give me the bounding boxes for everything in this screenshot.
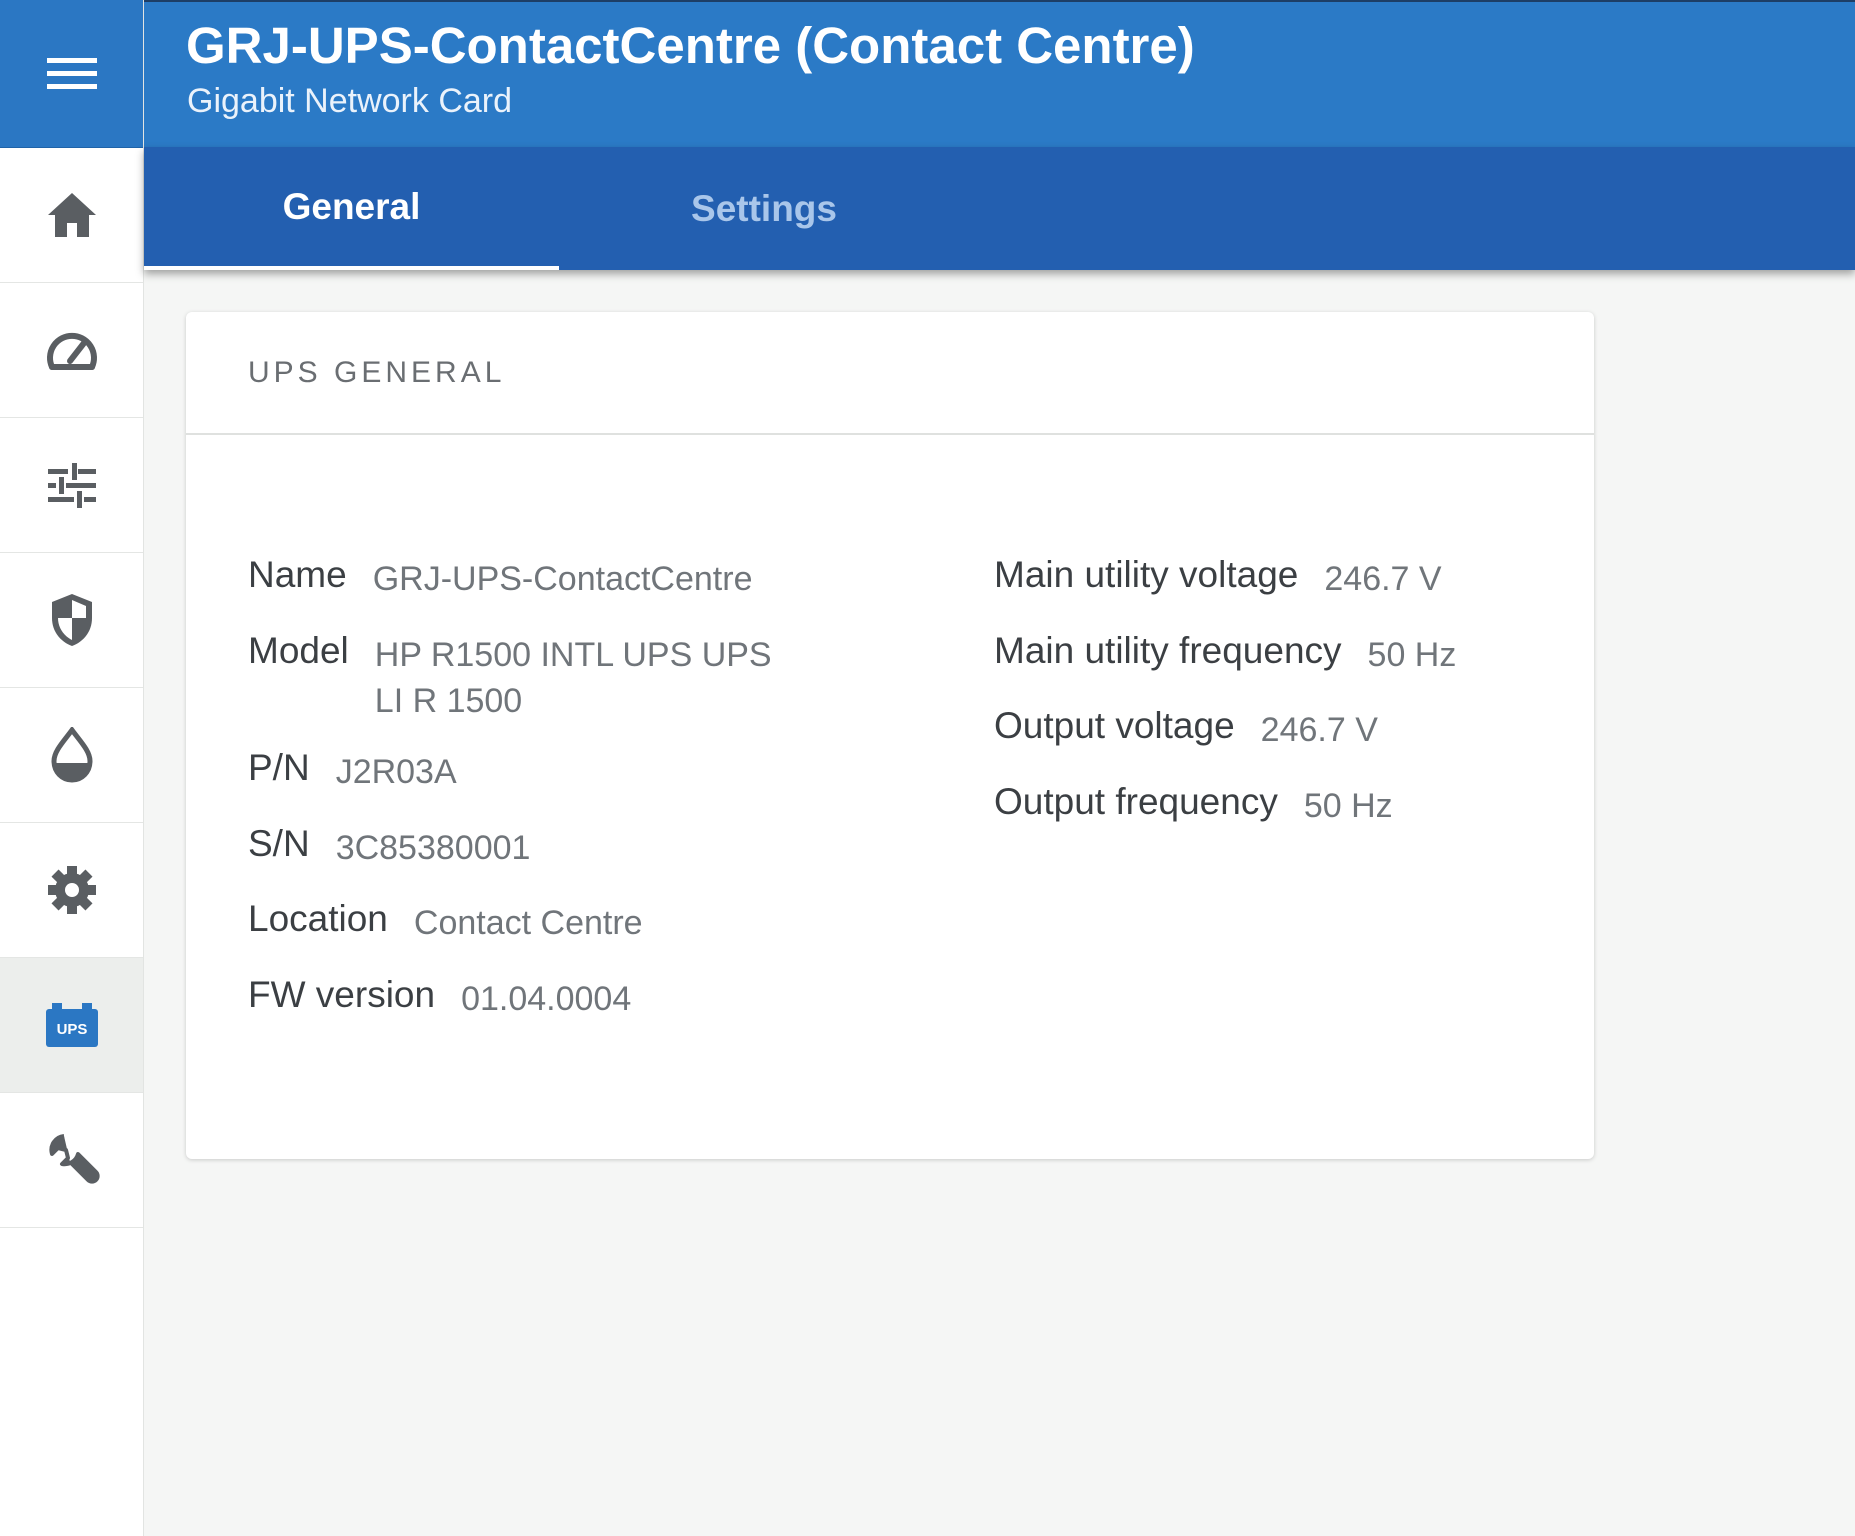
- field-label: S/N: [248, 823, 310, 864]
- field-label: Location: [248, 898, 388, 939]
- field-label: P/N: [248, 747, 310, 788]
- field-value: 3C85380001: [335, 829, 531, 867]
- field-label: Main utility voltage: [994, 554, 1299, 595]
- app-header: GRJ-UPS-ContactCentre (Contact Centre) G…: [144, 0, 1855, 147]
- shield-icon: [51, 594, 92, 646]
- field-value: GRJ-UPS-ContactCentre: [372, 560, 753, 598]
- gear-icon: [47, 866, 96, 914]
- water-drop-icon: [50, 727, 93, 783]
- field-location: Location Contact Centre: [248, 898, 643, 946]
- field-label: Output frequency: [994, 781, 1278, 822]
- sidebar-item-settings[interactable]: [0, 823, 143, 958]
- sidebar: UPS: [0, 0, 144, 1536]
- field-output-frequency: Output frequency 50 Hz: [994, 781, 1393, 829]
- home-icon: [47, 193, 96, 237]
- field-main-utility-frequency: Main utility frequency 50 Hz: [994, 630, 1456, 678]
- field-fw-version: FW version 01.04.0004: [248, 974, 631, 1022]
- field-label: Name: [248, 554, 347, 595]
- field-output-voltage: Output voltage 246.7 V: [994, 705, 1378, 753]
- field-label: Model: [248, 630, 349, 671]
- field-label: FW version: [248, 974, 436, 1015]
- page-subtitle: Gigabit Network Card: [187, 82, 513, 120]
- ups-badge-text: UPS: [56, 1021, 87, 1038]
- field-model: Model HP R1500 INTL UPS UPS LI R 1500: [248, 630, 795, 724]
- field-sn: S/N 3C85380001: [248, 823, 530, 871]
- sidebar-item-dashboard[interactable]: [0, 283, 143, 418]
- field-label: Main utility frequency: [994, 630, 1342, 671]
- field-value: 01.04.0004: [461, 980, 632, 1018]
- field-value: Contact Centre: [413, 904, 643, 942]
- field-value: 50 Hz: [1303, 787, 1393, 825]
- tab-general[interactable]: General: [144, 147, 559, 270]
- field-value: 50 Hz: [1367, 636, 1457, 674]
- field-pn: P/N J2R03A: [248, 747, 457, 795]
- tab-bar: General Settings: [144, 147, 1855, 270]
- sliders-icon: [47, 463, 96, 508]
- field-value: J2R03A: [335, 753, 457, 791]
- ups-general-card: UPS GENERAL Name GRJ-UPS-ContactCentre M…: [186, 312, 1594, 1159]
- sidebar-item-controls[interactable]: [0, 418, 143, 553]
- page-title: GRJ-UPS-ContactCentre (Contact Centre): [186, 17, 1195, 74]
- sidebar-item-security[interactable]: [0, 553, 143, 688]
- field-name: Name GRJ-UPS-ContactCentre: [248, 554, 752, 602]
- menu-button[interactable]: [0, 0, 143, 148]
- field-value: 246.7 V: [1324, 560, 1442, 598]
- wrench-icon: [48, 1134, 100, 1184]
- field-value: HP R1500 INTL UPS UPS LI R 1500: [374, 636, 772, 720]
- tab-settings[interactable]: Settings: [559, 147, 969, 270]
- sidebar-item-ups[interactable]: UPS: [0, 958, 143, 1093]
- field-label: Output voltage: [994, 705, 1235, 746]
- field-value: 246.7 V: [1260, 711, 1378, 749]
- hamburger-icon: [46, 57, 97, 89]
- sidebar-item-home[interactable]: [0, 148, 143, 283]
- sidebar-item-environment[interactable]: [0, 688, 143, 823]
- sidebar-item-maintenance[interactable]: [0, 1093, 143, 1228]
- card-title: UPS GENERAL: [186, 312, 1594, 435]
- field-main-utility-voltage: Main utility voltage 246.7 V: [994, 554, 1442, 602]
- ups-battery-icon: UPS: [45, 1003, 98, 1047]
- speedometer-icon: [46, 332, 97, 370]
